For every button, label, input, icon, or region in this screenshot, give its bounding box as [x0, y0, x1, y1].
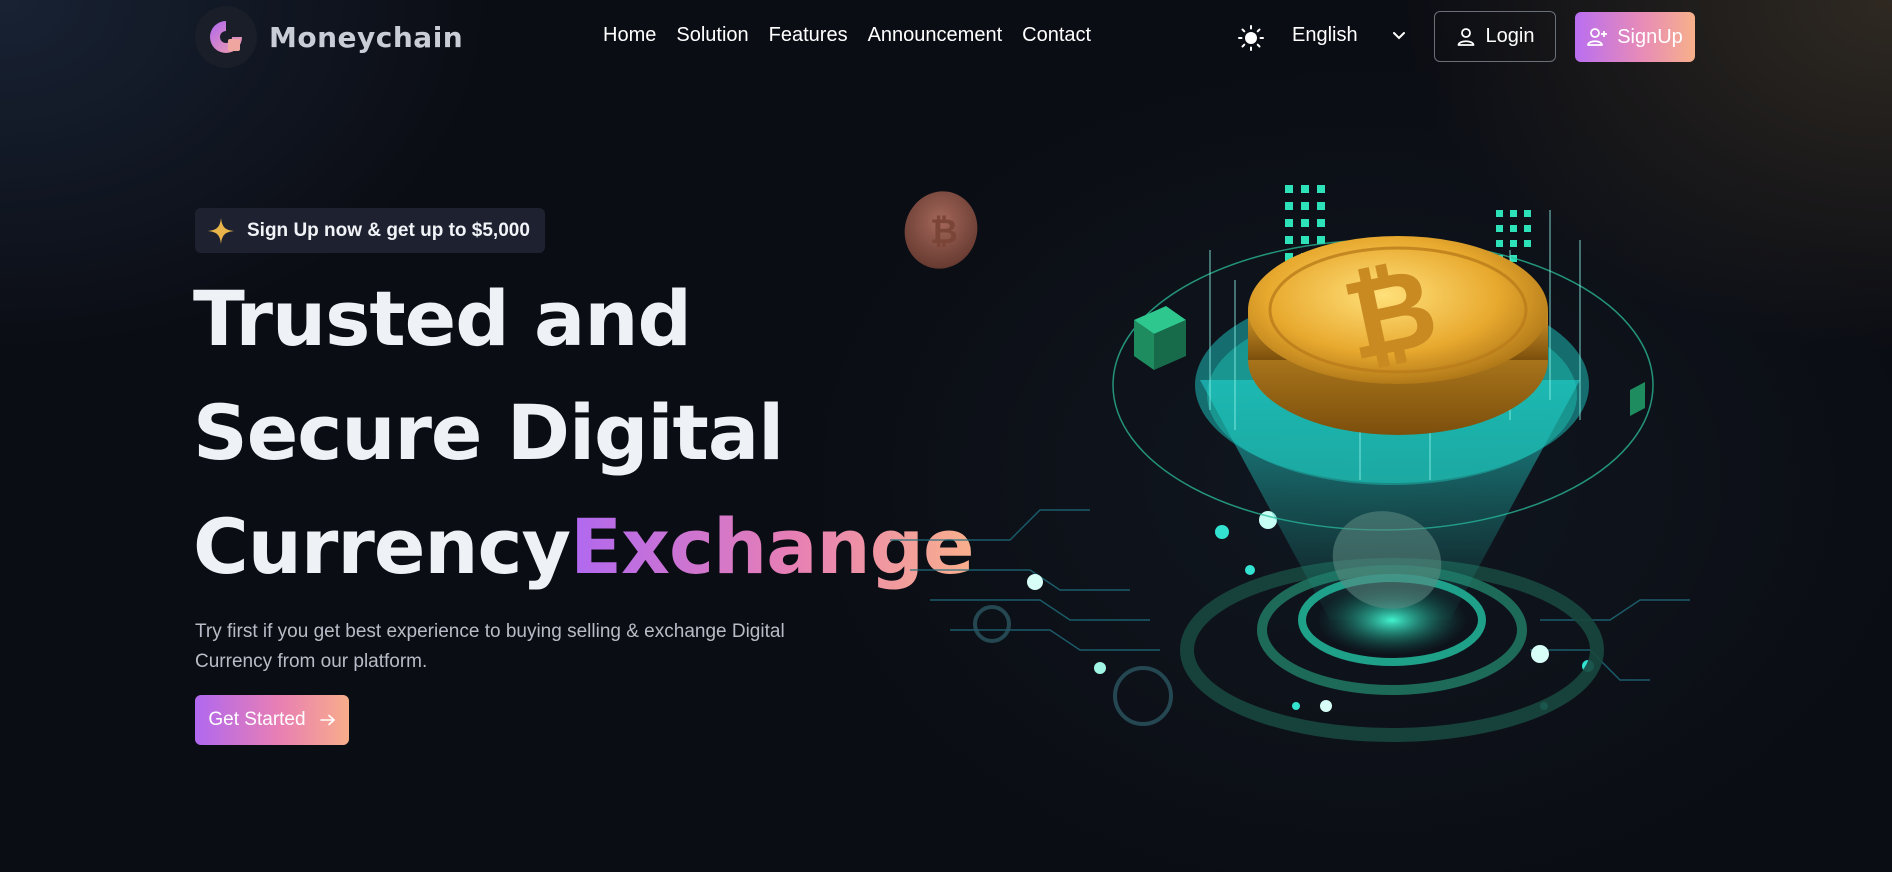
user-plus-icon: [1587, 28, 1608, 46]
get-started-button[interactable]: Get Started: [195, 695, 349, 745]
promo-badge: Sign Up now & get up to $5,000: [195, 208, 545, 253]
language-select[interactable]: English: [1292, 24, 1405, 47]
hero-title-line2: Secure Digital: [193, 388, 784, 477]
nav-announcement[interactable]: Announcement: [868, 24, 1003, 47]
svg-text:₿: ₿: [930, 212, 958, 252]
hero-title-line1: Trusted and: [193, 274, 692, 363]
login-button[interactable]: Login: [1434, 11, 1556, 62]
top-navbar: Moneychain Home Solution Features Announ…: [195, 0, 1695, 76]
hero-title-currency: Currency: [193, 502, 571, 591]
logo-mark-icon: [195, 6, 257, 68]
language-value: English: [1292, 24, 1358, 46]
signup-label: SignUp: [1617, 25, 1683, 48]
nav-features[interactable]: Features: [769, 24, 848, 47]
arrow-right-icon: [319, 714, 335, 726]
main-menu: Home Solution Features Announcement Cont…: [603, 24, 1091, 47]
sparkle-icon: [208, 217, 234, 244]
nav-home[interactable]: Home: [603, 24, 656, 47]
sun-icon[interactable]: [1238, 25, 1264, 51]
user-icon: [1457, 27, 1474, 46]
nav-solution[interactable]: Solution: [676, 24, 748, 47]
login-label: Login: [1485, 25, 1535, 47]
crypto-illustration: ₿ ₿: [890, 185, 1690, 742]
brand-logo[interactable]: Moneychain: [195, 6, 463, 68]
hero-title: Trusted and Secure Digital CurrencyExcha…: [193, 262, 975, 604]
bitcoin-coin-icon: ₿: [1248, 236, 1548, 435]
nav-contact[interactable]: Contact: [1022, 24, 1091, 47]
signup-button[interactable]: SignUp: [1575, 12, 1695, 62]
hero-title-line3: CurrencyExchange: [193, 502, 975, 591]
promo-badge-text: Sign Up now & get up to $5,000: [247, 219, 530, 241]
bronze-coin-icon: ₿: [904, 191, 978, 269]
get-started-label: Get Started: [208, 709, 306, 730]
hero-description: Try first if you get best experience to …: [195, 621, 785, 672]
chevron-down-icon: [1393, 32, 1405, 40]
brand-name: Moneychain: [269, 20, 464, 54]
